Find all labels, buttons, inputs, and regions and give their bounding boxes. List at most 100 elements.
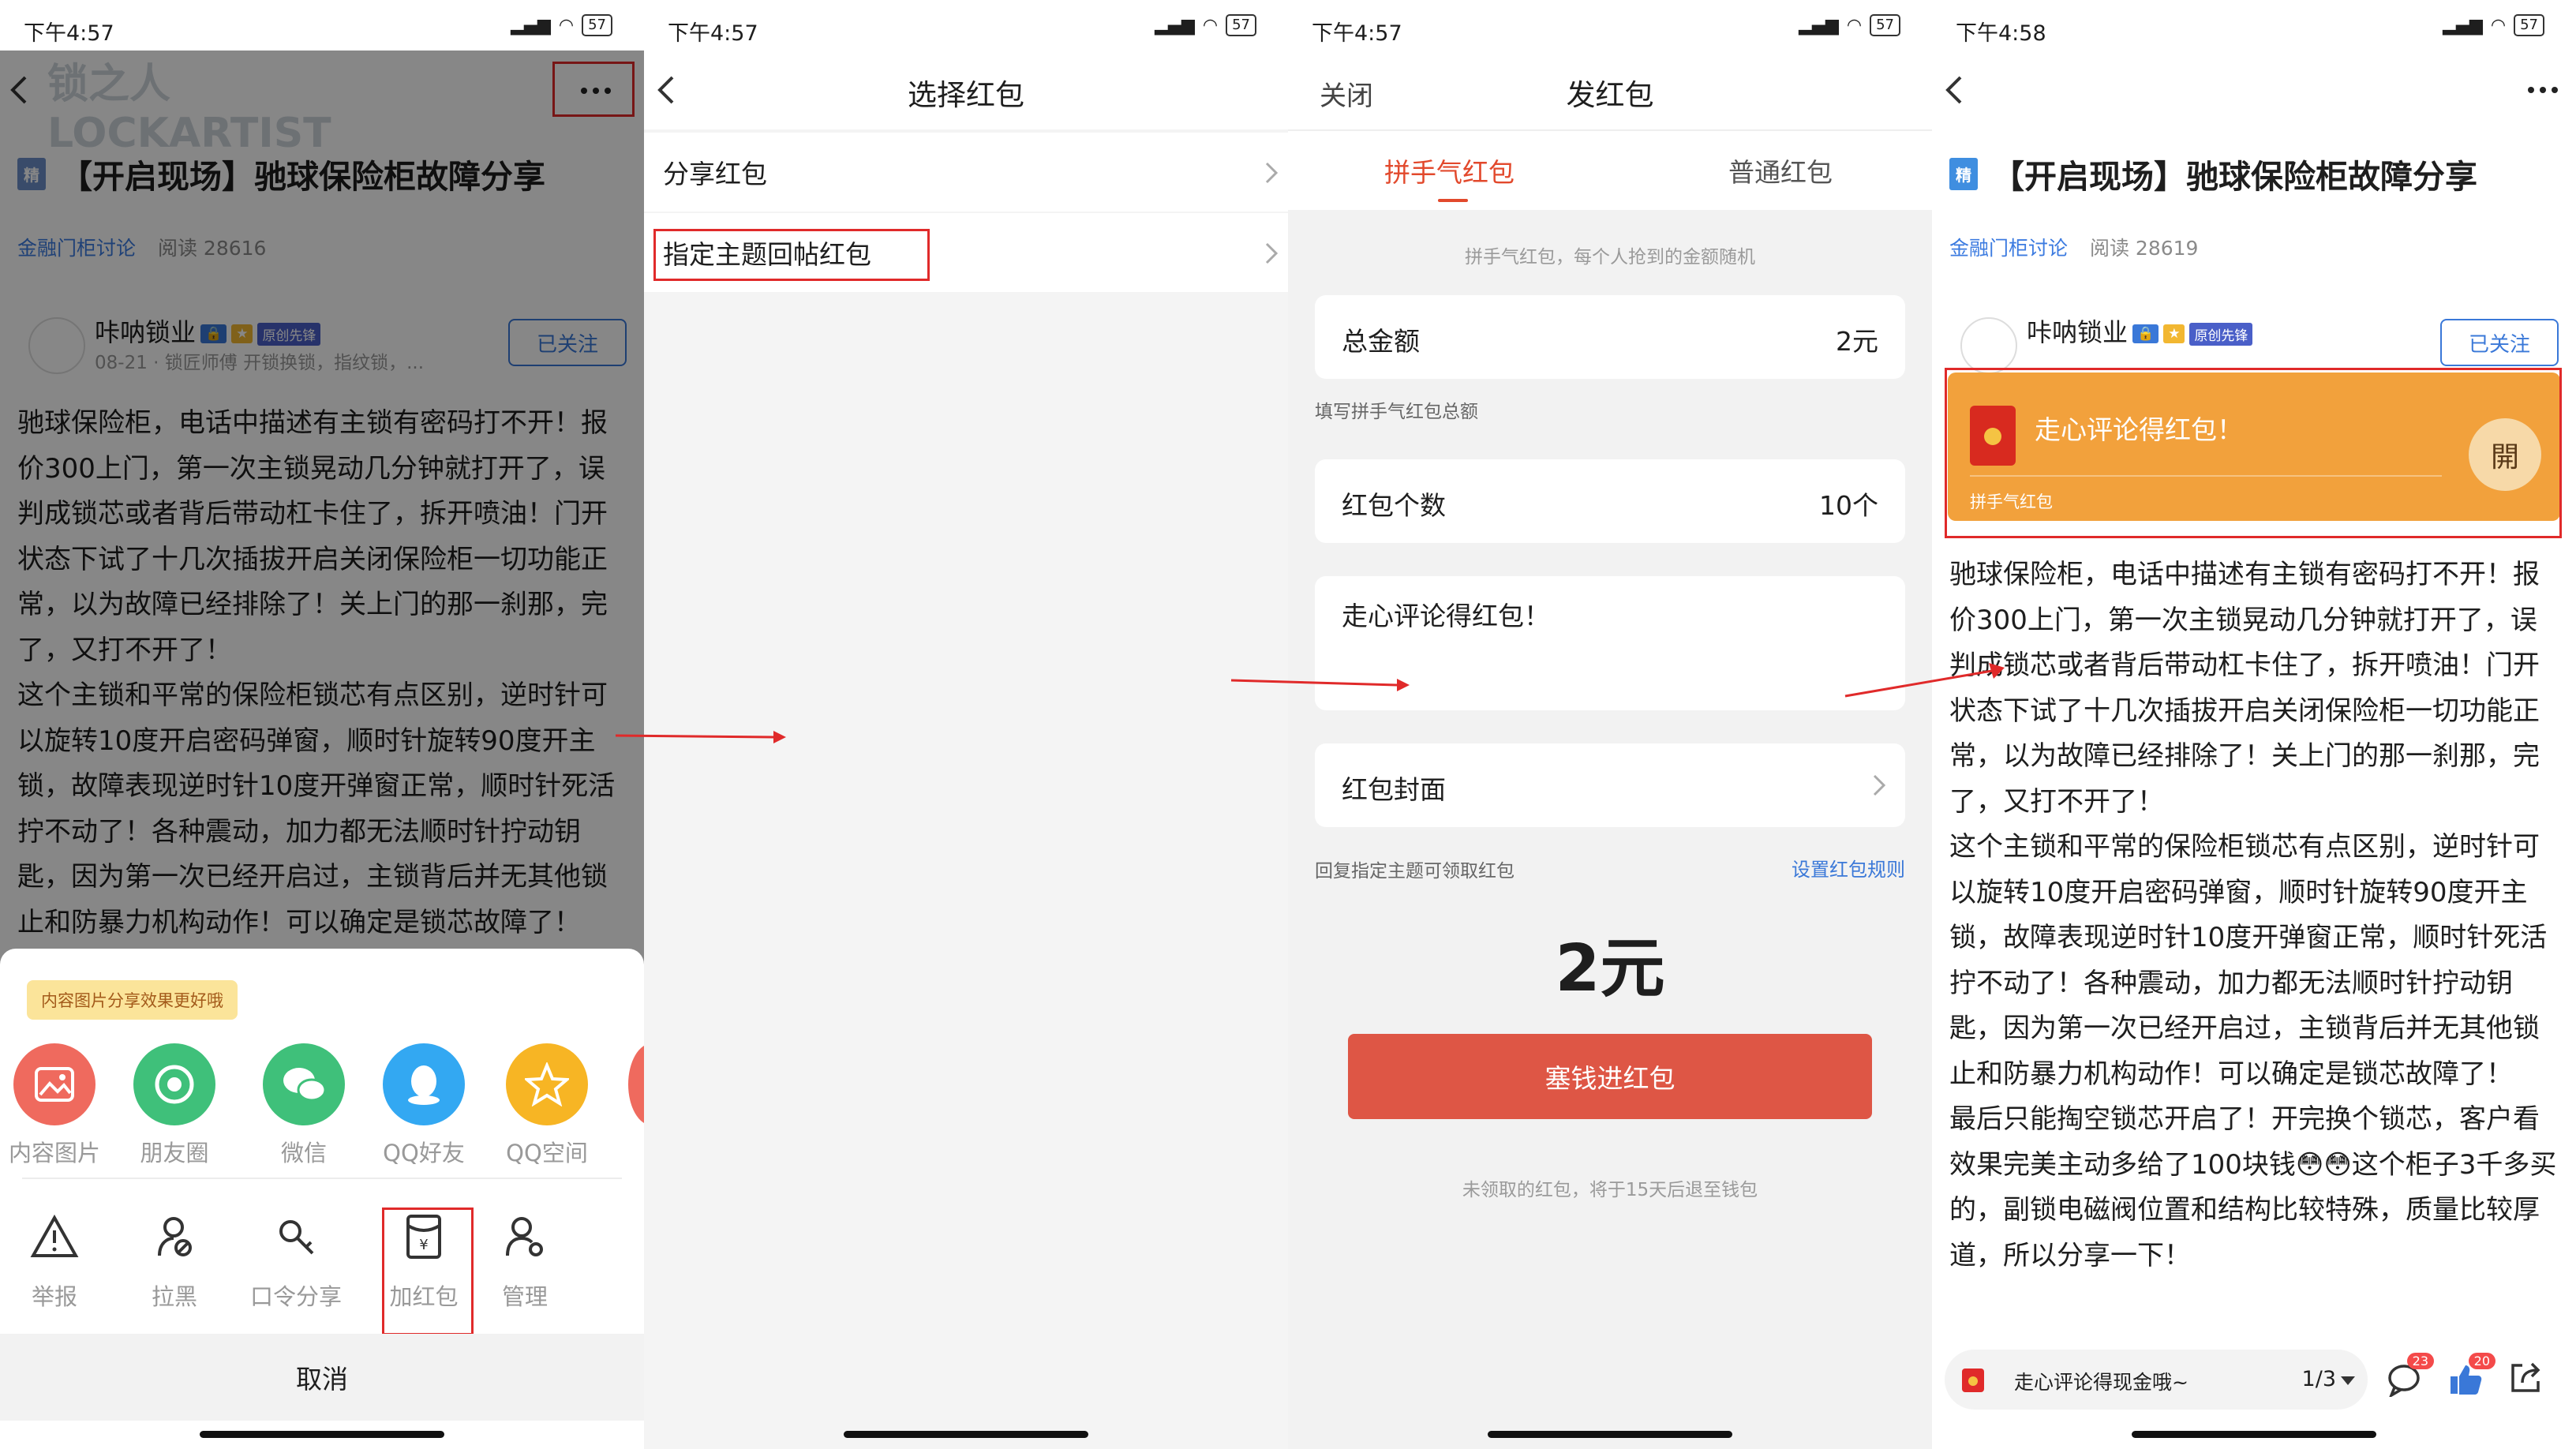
lock-badge-icon: 🔒 [2132,324,2159,343]
cancel-button[interactable]: 取消 [0,1334,644,1421]
packet-type-tabs: 拼手气红包 普通红包 [1288,129,1932,210]
caret-down-icon [2341,1376,2355,1385]
author-name[interactable]: 咔呐锁业 🔒 ★ 原创先锋 [2027,313,2253,349]
chevron-right-icon [1265,242,1279,264]
avatar[interactable] [1960,317,2017,374]
status-icons: ▂▄▆ ◠ 57 [1799,14,1900,36]
status-time: 下午4:57 [1312,21,1402,46]
warning-icon [30,1215,79,1257]
bottom-action-bar: 走心评论得现金哦~ 1/3 23 20 [1932,1343,2576,1414]
highlight-red-packet [1945,368,2562,538]
status-bar: 下午4:57 ▂▄▆ ◠ 57 [644,0,1288,51]
comment-count: 23 [2406,1353,2434,1369]
tab-normal-packet[interactable]: 普通红包 [1728,152,1833,189]
post-body: 驰球保险柜，电话中描述有主锁有密码打不开！报价300上门，第一次主锁晃动几分钟就… [1949,552,2559,1279]
share-moments[interactable]: 朋友圈 [115,1043,234,1168]
block-user-icon [158,1217,192,1256]
list-item-label: 分享红包 [663,159,767,189]
share-label: 微信 [280,1140,327,1166]
total-value: 2元 [1836,326,1878,357]
share-button[interactable] [2508,1361,2543,1395]
page-title: 发红包 [1566,78,1654,112]
post-paragraph-1: 驰球保险柜，电话中描述有主锁有密码打不开！报价300上门，第一次主锁晃动几分钟就… [1949,559,2540,818]
follow-button[interactable]: 已关注 [2440,319,2559,366]
share-wechat[interactable]: 微信 [245,1043,363,1168]
share-more-peek[interactable] [628,1043,644,1125]
annotation-arrow-2 [1231,679,1410,691]
navbar: 选择红包 [644,51,1288,129]
status-bar: 下午4:57 ▂▄▆ ◠ 57 [1288,0,1932,51]
submit-packet-button[interactable]: 塞钱进红包 [1348,1034,1872,1119]
tool-label: 举报 [31,1283,77,1310]
back-icon[interactable] [1943,74,1967,106]
share-sheet: 内容图片分享效果更好哦 内容图片 朋友圈 微信 QQ好友 QQ空间 举报 拉黑 … [0,949,644,1449]
screen-result-post: 下午4:58 ▂▄▆ ◠ 57 精 【开启现场】驰球保险柜故障分享 金融门柜讨论… [1932,0,2576,1449]
status-time: 下午4:58 [1956,21,2046,46]
key-icon [279,1220,314,1255]
tab-indicator [1438,199,1468,202]
page-title: 选择红包 [908,78,1024,112]
battery-icon: 57 [1870,14,1900,36]
packet-rules-link[interactable]: 设置红包规则 [1792,854,1905,882]
home-indicator [2132,1431,2376,1438]
total-amount-field[interactable]: 总金额 2元 [1315,295,1905,379]
screen-send-packet: 下午4:57 ▂▄▆ ◠ 57 关闭 发红包 拼手气红包 普通红包 拼手气红包，… [1288,0,1932,1449]
battery-icon: 57 [582,14,612,36]
like-count: 20 [2468,1353,2496,1369]
reply-hint: 回复指定主题可领取红包 [1315,861,1515,882]
battery-icon: 57 [1226,14,1256,36]
message-text: 走心评论得红包！ [1342,601,1550,631]
refund-hint: 未领取的红包，将于15天后退至钱包 [1462,1180,1758,1200]
status-icons: ▂▄▆ ◠ 57 [511,14,612,36]
wifi-icon: ◠ [2490,15,2507,36]
share-label: QQ空间 [506,1140,588,1166]
navbar: 关闭 发红包 [1288,51,1932,129]
home-indicator [844,1431,1088,1438]
home-indicator [1488,1431,1732,1438]
status-icons: ▂▄▆ ◠ 57 [1155,14,1256,36]
block-button[interactable]: 拉黑 [115,1201,234,1312]
tool-label: 拉黑 [151,1283,197,1310]
screen-select-packet: 下午4:57 ▂▄▆ ◠ 57 选择红包 分享红包 指定主题回帖红包 [644,0,1288,1449]
share-label: 内容图片 [8,1140,100,1166]
share-content-image[interactable]: 内容图片 [0,1043,114,1168]
wifi-icon: ◠ [558,15,575,36]
report-button[interactable]: 举报 [0,1201,114,1312]
star-icon [506,1043,588,1125]
post-title-row: 精 【开启现场】驰球保险柜故障分享 [1949,150,2559,197]
share-qzone[interactable]: QQ空间 [488,1043,606,1168]
image-icon [13,1043,95,1125]
featured-badge: 精 [1949,157,1978,190]
wifi-icon: ◠ [1846,15,1863,36]
forum-link[interactable]: 金融门柜讨论 [1949,237,2068,260]
packet-cover-item[interactable]: 红包封面 [1315,743,1905,827]
battery-icon: 57 [2514,14,2544,36]
packet-count-field[interactable]: 红包个数 10个 [1315,459,1905,543]
share-label: 朋友圈 [140,1140,209,1166]
post-paragraph-2: 这个主锁和平常的保险柜锁芯有点区别，逆时针可以旋转10度开启密码弹窗，顺时针旋转… [1949,831,2548,1090]
more-icon[interactable] [2527,86,2559,94]
comment-button[interactable]: 23 [2387,1353,2434,1399]
post-title: 【开启现场】驰球保险柜故障分享 [1992,158,2477,196]
highlight-topic-reply-item [653,229,930,281]
like-button[interactable]: 20 [2448,1353,2496,1397]
share-qq-friend[interactable]: QQ好友 [365,1043,483,1168]
share-packet-item[interactable]: 分享红包 [644,133,1288,212]
packet-comment-pill[interactable]: 走心评论得现金哦~ 1/3 [1945,1350,2368,1410]
password-share-button[interactable]: 口令分享 [237,1201,355,1312]
signal-icon: ▂▄▆ [511,15,551,36]
author-name-text: 咔呐锁业 [2027,317,2129,347]
signal-icon: ▂▄▆ [1155,15,1195,36]
read-count: 阅读 28619 [2089,237,2199,260]
amount-display: 2元 [1555,931,1665,1006]
signal-icon: ▂▄▆ [1799,15,1839,36]
pill-text: 走心评论得现金哦~ [2014,1371,2188,1394]
original-badge: 原创先锋 [2189,322,2253,346]
count-value: 10个 [1819,490,1878,521]
wifi-icon: ◠ [1202,15,1219,36]
manage-button[interactable]: 管理 [466,1201,584,1312]
highlight-add-red-packet [382,1208,474,1335]
share-icon [2511,1362,2540,1392]
tab-lucky-packet[interactable]: 拼手气红包 [1384,152,1515,189]
share-row: 内容图片 朋友圈 微信 QQ好友 QQ空间 [0,1043,644,1166]
